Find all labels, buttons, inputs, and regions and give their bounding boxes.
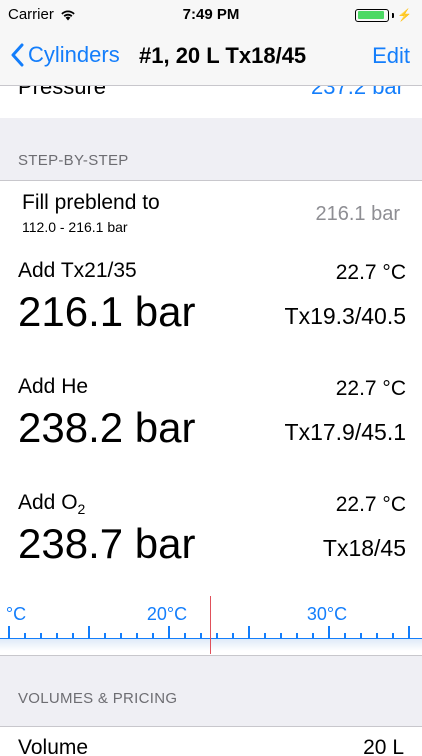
step-by-step-header: STEP-BY-STEP [18,152,129,169]
battery-icon: ⚡ [355,8,412,22]
step-temperature: 22.7 °C [335,377,406,400]
ruler-label: 30°C [306,604,348,624]
step-add-o2: Add O2 22.7 °C 238.7 bar Tx18/45 [0,491,422,607]
navigation-bar: Cylinders #1, 20 L Tx18/45 Edit [0,30,422,86]
step-by-step-section: Fill preblend to 112.0 - 216.1 bar 216.1… [0,180,422,656]
volumes-pricing-header: VOLUMES & PRICING [18,690,178,707]
ruler-tick [408,626,410,638]
ruler-baseline [0,638,422,639]
ruler-label: °C [5,604,27,624]
ruler-tick [328,626,330,638]
pressure-value[interactable]: 237.2 bar [311,86,404,100]
temperature-ruler[interactable]: °C 20°C 30°C [0,596,422,654]
charging-bolt-icon: ⚡ [397,8,412,22]
step-name: Add O2 [18,491,86,518]
ruler-tick [248,626,250,638]
step-mix: Tx19.3/40.5 [284,303,406,329]
step-pressure: 238.7 bar [18,520,196,567]
step-pressure: 216.1 bar [18,288,196,335]
step-mix: Tx17.9/45.1 [284,419,406,445]
volume-row[interactable]: Volume 20 L [0,726,422,756]
status-bar: Carrier 7:49 PM ⚡ [0,0,422,30]
fill-preblend-value: 216.1 bar [315,203,400,225]
back-button-label: Cylinders [28,42,120,67]
step-add-he: Add He 22.7 °C 238.2 bar Tx17.9/45.1 [0,375,422,491]
ruler-tick [168,626,170,638]
fill-preblend-range: 112.0 - 216.1 bar [22,219,128,235]
volume-label: Volume [18,736,89,756]
step-name: Add He [18,375,89,398]
step-mix: Tx18/45 [322,535,406,561]
battery-level [357,11,385,19]
volume-value: 20 L [363,736,404,756]
temperature-needle [210,596,211,654]
fill-preblend-row: Fill preblend to 112.0 - 216.1 bar 216.1… [0,181,422,245]
edit-button[interactable]: Edit [372,43,410,69]
step-add-tx21-35: Add Tx21/35 22.7 °C 216.1 bar Tx19.3/40.… [0,259,422,375]
pressure-label: Pressure [18,86,107,99]
step-temperature: 22.7 °C [335,261,406,284]
step-temperature: 22.7 °C [335,493,406,516]
ruler-tick [88,626,90,638]
ruler-tick [8,626,10,638]
fill-preblend-title: Fill preblend to [22,191,160,214]
page-title: #1, 20 L Tx18/45 [139,43,307,68]
step-name: Add Tx21/35 [18,259,137,282]
pressure-row[interactable]: Pressure 237.2 bar [0,86,422,118]
chevron-left-icon [11,43,24,67]
step-pressure: 238.2 bar [18,404,196,451]
back-button[interactable]: Cylinders [10,42,120,68]
ruler-label: 20°C [146,604,188,624]
